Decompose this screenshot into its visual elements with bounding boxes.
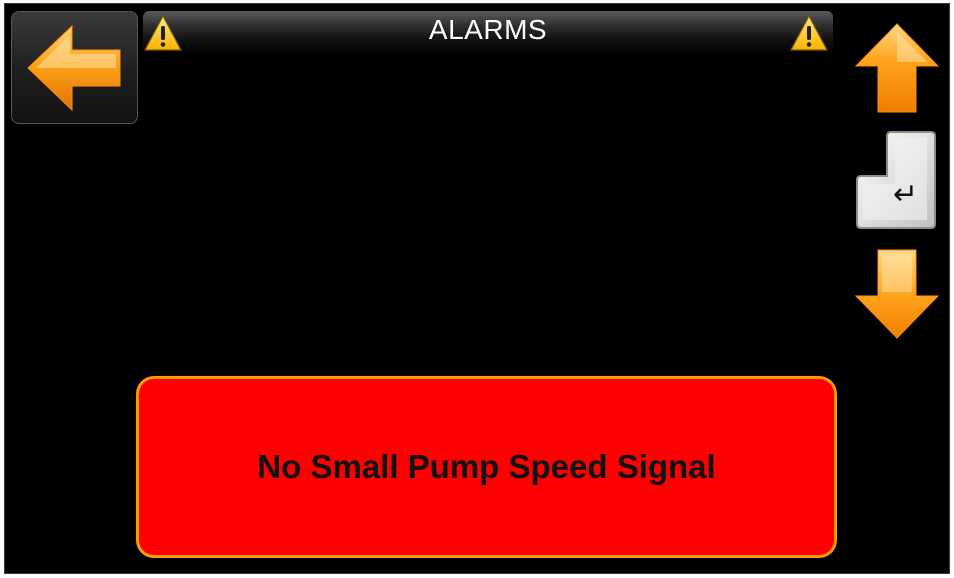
scroll-down-button[interactable] — [854, 248, 940, 345]
enter-button[interactable]: ↵ — [855, 130, 937, 230]
arrow-up-icon — [854, 23, 940, 113]
arrow-left-icon — [27, 24, 121, 112]
return-glyph: ↵ — [893, 177, 919, 212]
warning-icon — [790, 14, 828, 51]
alarm-message-box: No Small Pump Speed Signal — [136, 376, 837, 558]
scroll-up-button[interactable] — [854, 22, 940, 119]
alarm-message: No Small Pump Speed Signal — [257, 448, 716, 485]
back-button[interactable] — [11, 11, 138, 124]
page-title: ALARMS — [428, 14, 548, 45]
arrow-down-icon — [854, 249, 940, 339]
title-bar: ALARMS — [143, 11, 833, 55]
hmi-screen: ALARMS ↵ No Small Pump Speed Signal — [4, 3, 950, 574]
